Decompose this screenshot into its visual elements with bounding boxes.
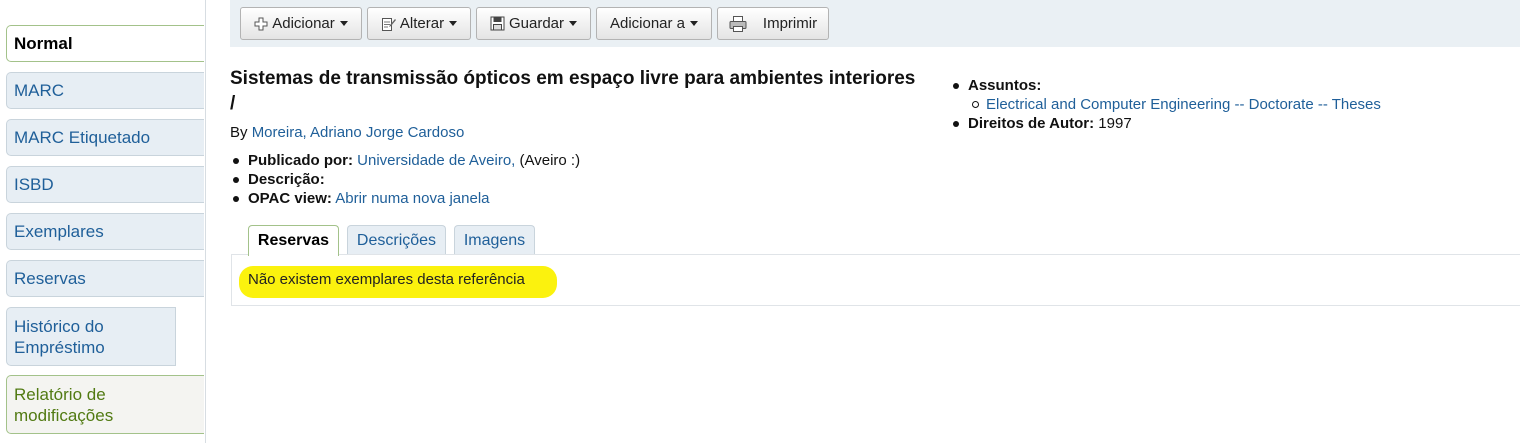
sidebar-tab-label: MARC bbox=[14, 81, 65, 100]
chevron-down-icon bbox=[690, 21, 699, 26]
tab-label: Imagens bbox=[463, 231, 526, 249]
add-button-label: Adicionar bbox=[272, 15, 335, 32]
print-button-label: Imprimir bbox=[762, 15, 818, 32]
sidebar-tab-marc[interactable]: MARC bbox=[6, 72, 204, 109]
sidebar-tab-label: Relatório de modificações bbox=[14, 384, 114, 425]
author-link[interactable]: Moreira, Adriano Jorge Cardoso bbox=[252, 124, 465, 141]
copyright-item: Direitos de Autor: 1997 bbox=[950, 114, 1381, 133]
add-to-button-label: Adicionar a bbox=[609, 15, 686, 32]
byline: By Moreira, Adriano Jorge Cardoso bbox=[230, 124, 464, 141]
edit-button[interactable]: Alterar bbox=[367, 7, 471, 40]
tab-label: Reservas bbox=[257, 232, 330, 249]
sidebar: Normal MARC MARC Etiquetado ISBD Exempla… bbox=[0, 0, 206, 443]
copyright-label: Direitos de Autor: bbox=[968, 115, 1095, 132]
sidebar-tab-label: MARC Etiquetado bbox=[14, 128, 151, 147]
toolbar: Adicionar Alterar Guardar Adicionar a Im… bbox=[230, 0, 1520, 47]
sidebar-tab-reservas[interactable]: Reservas bbox=[6, 260, 204, 297]
add-button[interactable]: Adicionar bbox=[240, 7, 362, 40]
edit-button-label: Alterar bbox=[399, 15, 445, 32]
tab-imagens[interactable]: Imagens bbox=[454, 225, 535, 255]
floppy-disk-icon bbox=[490, 16, 505, 31]
tab-label: Descrições bbox=[356, 231, 437, 249]
sidebar-tab-historico-emprestimo[interactable]: Histórico do Empréstimo bbox=[6, 307, 176, 366]
record-details-list: Publicado por: Universidade de Aveiro, (… bbox=[230, 151, 580, 208]
record-subjects-list: Assuntos: Electrical and Computer Engine… bbox=[950, 76, 1381, 133]
opac-label: OPAC view: bbox=[248, 190, 332, 207]
publisher-link[interactable]: Universidade de Aveiro, bbox=[357, 152, 515, 169]
opac-link[interactable]: Abrir numa nova janela bbox=[335, 190, 489, 207]
subjects-item: Assuntos: Electrical and Computer Engine… bbox=[950, 76, 1381, 114]
print-button[interactable]: Imprimir bbox=[717, 7, 829, 40]
by-prefix: By bbox=[230, 124, 248, 141]
publisher-item: Publicado por: Universidade de Aveiro, (… bbox=[230, 151, 580, 170]
description-label: Descrição: bbox=[248, 171, 325, 188]
printer-icon bbox=[729, 15, 747, 32]
subject-item: Electrical and Computer Engineering -- D… bbox=[968, 95, 1381, 114]
plus-icon bbox=[254, 17, 268, 31]
chevron-down-icon bbox=[339, 21, 348, 26]
save-button[interactable]: Guardar bbox=[476, 7, 591, 40]
chevron-down-icon bbox=[569, 21, 578, 26]
opac-item: OPAC view: Abrir numa nova janela bbox=[230, 189, 580, 208]
description-item: Descrição: bbox=[230, 170, 580, 189]
sidebar-tab-label: Reservas bbox=[14, 269, 86, 288]
subjects-label: Assuntos: bbox=[968, 77, 1042, 94]
sidebar-tab-label: Exemplares bbox=[14, 222, 104, 241]
copyright-value: 1997 bbox=[1098, 115, 1132, 132]
sidebar-tab-label: Normal bbox=[14, 34, 73, 53]
add-to-button[interactable]: Adicionar a bbox=[596, 7, 712, 40]
published-label: Publicado por: bbox=[248, 152, 353, 169]
tab-descricoes[interactable]: Descrições bbox=[347, 225, 446, 255]
save-button-label: Guardar bbox=[508, 15, 565, 32]
subject-link[interactable]: Electrical and Computer Engineering -- D… bbox=[986, 96, 1381, 113]
place-text: (Aveiro :) bbox=[519, 152, 581, 169]
no-items-message: Não existem exemplares desta referência bbox=[248, 271, 525, 288]
edit-document-icon bbox=[381, 16, 396, 32]
sidebar-tab-isbd[interactable]: ISBD bbox=[6, 166, 204, 203]
record-title: Sistemas de transmissão ópticos em espaç… bbox=[230, 68, 916, 114]
sidebar-tab-label: ISBD bbox=[14, 175, 54, 194]
sidebar-tab-normal[interactable]: Normal bbox=[6, 25, 204, 62]
subjects-sublist: Electrical and Computer Engineering -- D… bbox=[968, 95, 1381, 114]
chevron-down-icon bbox=[449, 21, 458, 26]
tab-reservas[interactable]: Reservas bbox=[248, 225, 339, 256]
sidebar-tab-label: Histórico do Empréstimo bbox=[14, 316, 105, 357]
sidebar-tab-relatorio-modificacoes[interactable]: Relatório de modificações bbox=[6, 375, 204, 434]
sidebar-tab-exemplares[interactable]: Exemplares bbox=[6, 213, 204, 250]
sidebar-tab-marc-etiquetado[interactable]: MARC Etiquetado bbox=[6, 119, 204, 156]
